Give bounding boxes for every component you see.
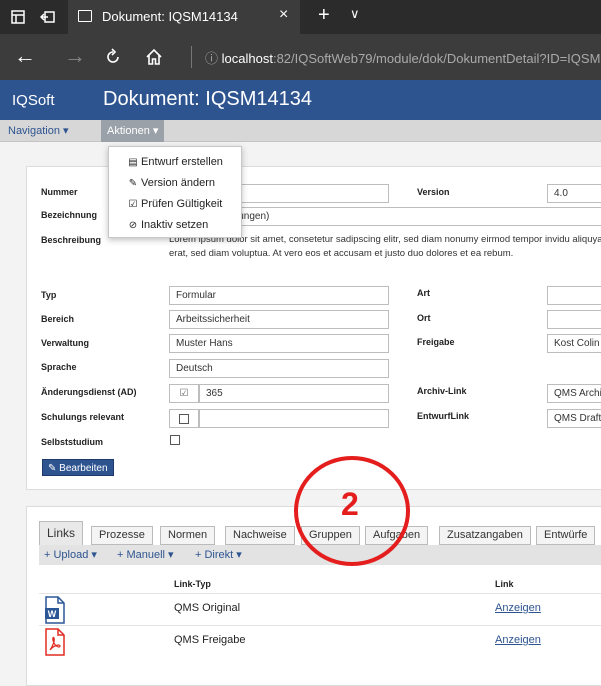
direkt-button[interactable]: + Direkt ▾ bbox=[195, 548, 242, 561]
menu-item-check-validity[interactable]: ☑ Prüfen Gültigkeit bbox=[127, 198, 223, 210]
bereich-field[interactable]: Arbeitssicherheit bbox=[169, 310, 389, 329]
browser-tabstrip: Dokument: IQSM14134 × + ∨ bbox=[0, 0, 601, 34]
forward-icon[interactable]: → bbox=[64, 44, 86, 68]
menu-bar: Navigation ▾ Aktionen ▾ bbox=[0, 120, 601, 142]
tab-close-icon[interactable]: × bbox=[279, 6, 288, 24]
document-icon: ▤ bbox=[128, 157, 138, 168]
table-row: W QMS Original Anzeigen bbox=[39, 593, 601, 625]
address-path: :82/IQSoftWeb79/module/dok/DokumentDetai… bbox=[272, 51, 601, 66]
column-header-link-typ: Link-Typ bbox=[174, 579, 211, 589]
new-tab-button[interactable]: + bbox=[318, 4, 330, 27]
tab-entwuerfe[interactable]: Entwürfe bbox=[536, 526, 596, 545]
checkbox-checked-icon: ☑ bbox=[128, 199, 138, 210]
refresh-icon[interactable] bbox=[104, 48, 122, 66]
page-title: Dokument: IQSM14134 bbox=[103, 88, 312, 110]
tab-links[interactable]: Links bbox=[39, 521, 84, 545]
bereich-label: Bereich bbox=[41, 314, 75, 324]
link-type-name: QMS Freigabe bbox=[174, 634, 246, 646]
ad-value-field[interactable]: 365 bbox=[199, 384, 389, 403]
menu-item-set-inactive[interactable]: ⊘ Inaktiv setzen bbox=[127, 219, 208, 231]
art-field[interactable] bbox=[547, 286, 601, 305]
typ-label: Typ bbox=[41, 290, 57, 300]
entwurf-link-field[interactable]: QMS Draft bbox=[547, 409, 601, 428]
pencil-icon: ✎ bbox=[48, 463, 57, 474]
browser-tab[interactable]: Dokument: IQSM14134 × bbox=[68, 0, 300, 34]
set-tabs-aside-icon[interactable] bbox=[40, 9, 56, 25]
nummer-label: Nummer bbox=[41, 187, 78, 197]
back-icon[interactable]: ← bbox=[14, 44, 36, 68]
checkbox-checked-icon: ☑ bbox=[179, 388, 189, 399]
edit-icon: ✎ bbox=[128, 178, 138, 189]
art-label: Art bbox=[417, 288, 430, 298]
site-info-icon[interactable]: ⓘ bbox=[205, 51, 218, 66]
beschreibung-label: Beschreibung bbox=[41, 235, 102, 245]
upload-button[interactable]: + Upload ▾ bbox=[44, 548, 97, 561]
tab-actions-icon[interactable] bbox=[10, 9, 26, 25]
schulung-label: Schulungs relevant bbox=[41, 412, 125, 422]
word-file-icon: W bbox=[45, 596, 65, 624]
version-field[interactable]: 4.0 bbox=[547, 184, 601, 203]
tab-nachweise[interactable]: Nachweise bbox=[225, 526, 295, 545]
tab-zusatzangaben[interactable]: Zusatzangaben bbox=[439, 526, 531, 545]
address-bar[interactable]: ⓘ localhost:82/IQSoftWeb79/module/dok/Do… bbox=[205, 48, 601, 67]
verwaltung-field[interactable]: Muster Hans bbox=[169, 334, 389, 353]
selbststudium-label: Selbststudium bbox=[41, 437, 104, 447]
address-host: localhost bbox=[221, 51, 273, 66]
ort-field[interactable] bbox=[547, 310, 601, 329]
tab-menu-icon[interactable]: ∨ bbox=[350, 6, 360, 22]
table-row: QMS Freigabe Anzeigen bbox=[39, 625, 601, 657]
selbststudium-checkbox[interactable] bbox=[170, 435, 180, 445]
annotation-circle: 2 bbox=[294, 456, 410, 566]
archiv-link-label: Archiv-Link bbox=[417, 386, 467, 396]
tab-prozesse[interactable]: Prozesse bbox=[91, 526, 153, 545]
column-header-link: Link bbox=[495, 579, 514, 589]
schulung-checkbox-box[interactable] bbox=[169, 409, 199, 428]
navbar-separator bbox=[191, 46, 192, 68]
browser-tab-title: Dokument: IQSM14134 bbox=[102, 9, 238, 24]
sprache-label: Sprache bbox=[41, 362, 77, 372]
page-icon bbox=[78, 10, 92, 22]
home-icon[interactable] bbox=[144, 47, 164, 67]
ort-label: Ort bbox=[417, 313, 431, 323]
edit-button[interactable]: ✎ Bearbeiten bbox=[42, 459, 114, 476]
ban-icon: ⊘ bbox=[128, 220, 138, 231]
svg-text:W: W bbox=[48, 609, 57, 619]
bezeichnung-label: Bezeichnung bbox=[41, 210, 98, 220]
freigabe-label: Freigabe bbox=[417, 337, 455, 347]
pdf-file-icon bbox=[45, 628, 65, 656]
sprache-field[interactable]: Deutsch bbox=[169, 359, 389, 378]
verwaltung-label: Verwaltung bbox=[41, 338, 90, 348]
menu-item-change-version[interactable]: ✎ Version ändern bbox=[127, 177, 215, 189]
schulung-value-field[interactable] bbox=[199, 409, 389, 428]
actions-dropdown: ▤ Entwurf erstellen ✎ Version ändern ☑ Prüf… bbox=[108, 146, 242, 238]
manuell-button[interactable]: + Manuell ▾ bbox=[117, 548, 174, 561]
annotation-number: 2 bbox=[341, 486, 359, 522]
menu-actions[interactable]: Aktionen ▾ bbox=[101, 120, 165, 142]
version-label: Version bbox=[417, 187, 450, 197]
schulung-checkbox[interactable] bbox=[179, 414, 189, 424]
freigabe-field[interactable]: Kost Colin bbox=[547, 334, 601, 353]
browser-navbar: ← → ⓘ localhost:82/IQSoftWeb79/module/do… bbox=[0, 34, 601, 80]
app-header: IQSoft Dokument: IQSM14134 bbox=[0, 80, 601, 120]
typ-field[interactable]: Formular bbox=[169, 286, 389, 305]
show-link[interactable]: Anzeigen bbox=[495, 634, 541, 646]
app-brand[interactable]: IQSoft bbox=[12, 92, 55, 109]
tab-normen[interactable]: Normen bbox=[160, 526, 216, 545]
ad-checkbox[interactable]: ☑ bbox=[169, 384, 199, 403]
entwurf-link-label: EntwurfLink bbox=[417, 411, 469, 421]
menu-navigation[interactable]: Navigation ▾ bbox=[8, 124, 69, 137]
menu-item-create-draft[interactable]: ▤ Entwurf erstellen bbox=[127, 156, 223, 168]
show-link[interactable]: Anzeigen bbox=[495, 602, 541, 614]
archiv-link-field[interactable]: QMS Archi bbox=[547, 384, 601, 403]
link-type-name: QMS Original bbox=[174, 602, 241, 614]
aenderungsdienst-label: Änderungsdienst (AD) bbox=[41, 387, 137, 397]
